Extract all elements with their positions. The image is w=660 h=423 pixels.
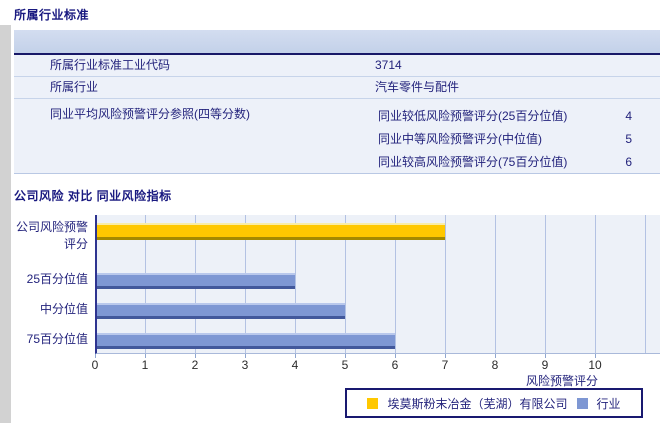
table-header-band xyxy=(14,30,660,55)
legend-label-industry: 行业 xyxy=(596,396,621,411)
tick-label: 1 xyxy=(141,358,149,372)
table-row-industry-code: 所属行业标准工业代码 3714 xyxy=(14,55,660,77)
sub-row-25th-percentile: 同业较低风险预警评分(25百分位值) 4 xyxy=(378,105,632,128)
section-title-risk-comparison: 公司风险 对比 同业风险指标 xyxy=(14,189,172,203)
bar-25百分位值 xyxy=(97,273,295,289)
bar-中分位值 xyxy=(97,303,345,319)
risk-comparison-bar-chart: 公司风险预警 评分 25百分位值中分位值 75百分位值 0 1 2 3 4 5 6 7 8 9 10 风… xyxy=(0,215,660,388)
category-label: 25百分位值 xyxy=(26,272,88,286)
legend-swatch-company xyxy=(367,397,379,409)
gridline xyxy=(495,215,496,353)
category-label: 75百分位值 xyxy=(26,332,88,346)
gridline xyxy=(595,215,596,353)
industry-standard-table: 所属行业标准工业代码 3714 所属行业 汽车零件与配件 同业平均风险预警评分参… xyxy=(14,30,660,174)
sub-row-value: 6 xyxy=(625,155,632,169)
row-label: 同业平均风险预警评分参照(四等分数) xyxy=(50,107,250,121)
chart-legend: 埃莫斯粉末冶金（芜湖）有限公司 行业 xyxy=(345,388,643,418)
tick-label: 4 xyxy=(291,358,299,372)
section-title-industry-standard: 所属行业标准 xyxy=(14,8,90,22)
legend-label-company: 埃莫斯粉末冶金（芜湖）有限公司 xyxy=(387,396,568,411)
bar-75百分位值 xyxy=(97,333,395,349)
tick-label: 7 xyxy=(441,358,449,372)
sub-row-median: 同业中等风险预警评分(中位值) 5 xyxy=(378,128,632,151)
row-value: 3714 xyxy=(375,58,402,72)
bar-公司风险预警评分 xyxy=(97,223,445,240)
row-label: 所属行业标准工业代码 xyxy=(50,58,171,72)
tick-label: 0 xyxy=(91,358,99,372)
gridline xyxy=(545,215,546,353)
tick-label: 8 xyxy=(491,358,499,372)
tick-label: 2 xyxy=(191,358,199,372)
sub-row-75th-percentile: 同业较高风险预警评分(75百分位值) 6 xyxy=(378,151,632,174)
x-axis-label: 风险预警评分 xyxy=(525,374,598,388)
report-page: 所属行业标准 所属行业标准工业代码 3714 所属行业 汽车零件与配件 同业平均… xyxy=(0,0,660,423)
tick-label: 9 xyxy=(541,358,549,372)
row-label: 所属行业 xyxy=(50,80,99,94)
tick-label: 10 xyxy=(588,358,602,372)
gridline xyxy=(445,215,446,353)
tick-label: 5 xyxy=(341,358,349,372)
sub-row-label: 同业中等风险预警评分(中位值) xyxy=(378,132,542,146)
category-label: 公司风险预警 评分 xyxy=(15,220,88,251)
tick-label: 3 xyxy=(241,358,249,372)
sub-row-value: 4 xyxy=(625,109,632,123)
legend-swatch-industry xyxy=(576,397,588,409)
gridline xyxy=(645,215,646,353)
tick-label: 6 xyxy=(391,358,399,372)
sub-row-label: 同业较高风险预警评分(75百分位值) xyxy=(378,155,568,169)
sub-row-value: 5 xyxy=(625,132,632,146)
table-row-industry: 所属行业 汽车零件与配件 xyxy=(14,77,660,99)
sub-row-label: 同业较低风险预警评分(25百分位值) xyxy=(378,109,568,123)
table-row-peer-scores: 同业平均风险预警评分参照(四等分数) 同业较低风险预警评分(25百分位值) 4 … xyxy=(14,99,660,174)
chart-category-labels: 公司风险预警 评分 25百分位值中分位值 75百分位值 xyxy=(0,215,88,354)
category-label: 中分位值 xyxy=(39,302,88,316)
plot-area xyxy=(95,215,660,354)
row-value: 汽车零件与配件 xyxy=(375,80,460,94)
